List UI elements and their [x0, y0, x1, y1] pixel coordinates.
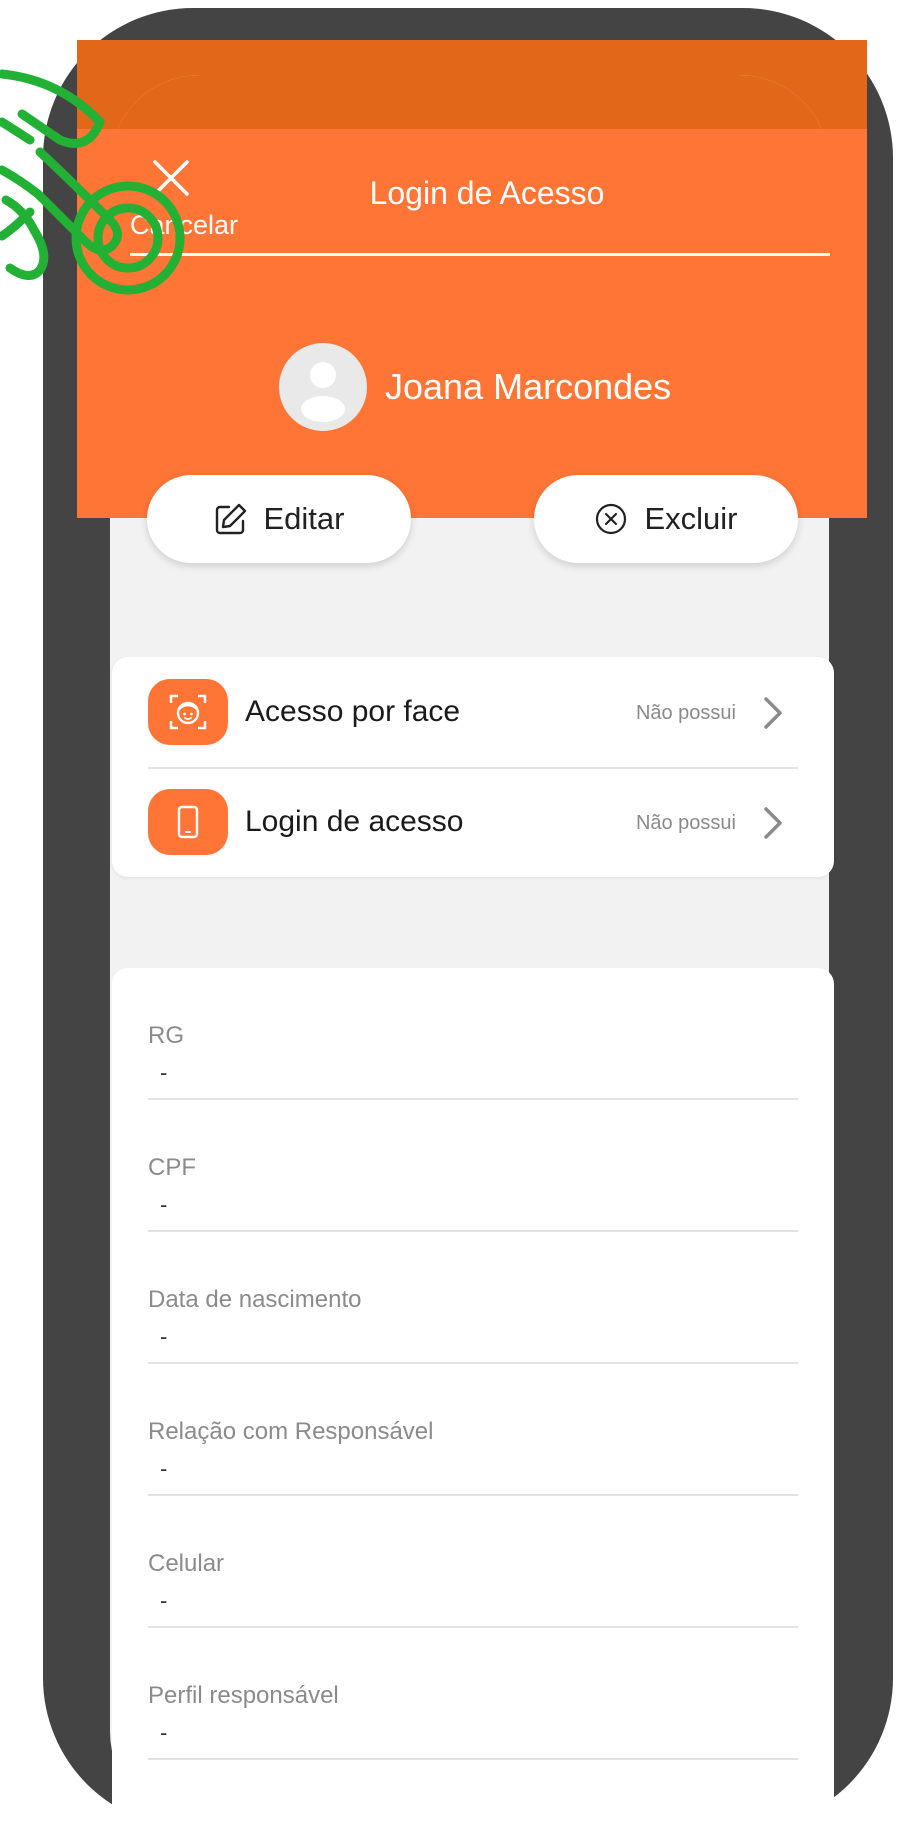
field-value: -	[160, 1588, 168, 1613]
field-profile: Perfil responsável -	[148, 1628, 798, 1760]
close-icon[interactable]	[151, 158, 191, 198]
field-relation: Relação com Responsável -	[148, 1364, 798, 1496]
field-rg: RG -	[148, 968, 798, 1100]
field-label: Data de nascimento	[148, 1286, 362, 1313]
cancel-button[interactable]: Cancelar	[130, 210, 238, 241]
access-row-face[interactable]: Acesso por face Não possui	[148, 657, 798, 769]
access-row-status: Não possui	[635, 812, 736, 834]
access-row-login[interactable]: Login de acesso Não possui	[148, 767, 798, 877]
field-cpf: CPF -	[148, 1100, 798, 1232]
access-methods-card: Acesso por face Não possui Login de aces…	[112, 657, 834, 877]
face-scan-icon	[148, 679, 228, 745]
field-mobile: Celular -	[148, 1496, 798, 1628]
chevron-right-icon	[764, 697, 782, 729]
delete-button[interactable]: Excluir	[534, 475, 798, 563]
field-value: -	[160, 1060, 168, 1085]
user-name: Joana Marcondes	[385, 366, 672, 407]
field-value: -	[160, 1720, 168, 1745]
field-label: Perfil responsável	[148, 1682, 339, 1709]
field-birth-date: Data de nascimento -	[148, 1232, 798, 1364]
field-value: -	[160, 1324, 168, 1349]
avatar	[279, 343, 367, 431]
field-label: Celular	[148, 1550, 225, 1577]
person-icon	[301, 362, 345, 422]
header-divider	[130, 253, 830, 256]
page-title: Login de Acesso	[369, 175, 605, 211]
access-row-label: Login de acesso	[245, 805, 464, 838]
edit-button[interactable]: Editar	[147, 475, 411, 563]
field-label: Relação com Responsável	[148, 1418, 434, 1445]
chevron-right-icon	[764, 807, 782, 839]
circle-x-icon	[596, 503, 627, 535]
edit-button-label: Editar	[263, 501, 345, 536]
smartphone-icon	[148, 789, 228, 855]
field-label: RG	[148, 1022, 184, 1049]
access-row-label: Acesso por face	[245, 695, 461, 728]
field-value: -	[160, 1192, 168, 1217]
field-value: -	[160, 1456, 168, 1481]
access-row-status: Não possui	[635, 702, 736, 724]
field-label: CPF	[148, 1154, 196, 1181]
edit-icon	[215, 503, 246, 535]
delete-button-label: Excluir	[644, 501, 738, 536]
details-card: RG - CPF - Data de nascimento - Relação …	[112, 968, 834, 1828]
